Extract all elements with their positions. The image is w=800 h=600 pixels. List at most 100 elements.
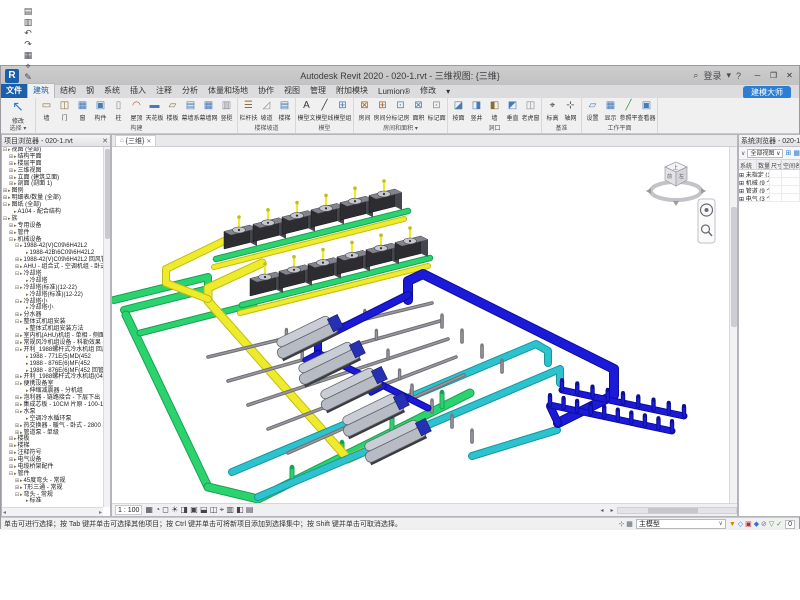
tree-item[interactable]: ⊟▸机械设备	[2, 237, 103, 244]
ribbon-button-1-10[interactable]: ▥竖梃	[218, 99, 235, 122]
tree-item[interactable]: ▸1988 - 771E(5)MD(452	[2, 354, 103, 361]
tree-item[interactable]: ⊞▸结构平面	[2, 154, 103, 161]
ribbon-button-1-3[interactable]: ▣构件	[92, 99, 109, 122]
ribbon-tab-0[interactable]: 文件	[1, 84, 27, 98]
project-browser-scrollbar[interactable]	[103, 147, 110, 507]
ribbon-button-4-0[interactable]: ⊠房间	[356, 99, 373, 122]
ribbon-button-2-1[interactable]: ◿坡道	[258, 99, 275, 122]
ribbon-button-2-0[interactable]: ☰栏杆扶手	[240, 99, 257, 122]
tree-item[interactable]: ⊞▸AHU - 组合式 - 空调机组 - 卧式 - 轴流 - 2000 - 10	[2, 264, 103, 271]
ribbon-tab-11[interactable]: 管理	[305, 84, 331, 98]
ribbon-button-4-1[interactable]: ⊞房间分隔	[374, 99, 391, 122]
tree-item[interactable]: ⊟▸族	[2, 216, 103, 223]
tree-item[interactable]: ⊟▸视图 (全部)	[2, 147, 103, 154]
ribbon-tab-13[interactable]: Lumion®	[373, 86, 415, 98]
restore-button[interactable]: ❐	[766, 69, 781, 83]
ribbon-button-7-0[interactable]: ▱设置	[584, 99, 601, 122]
ribbon-tab-4[interactable]: 系统	[99, 84, 125, 98]
view-control-icons[interactable]: ▦ ◔ ◻ ☀ ◨ ▣ ⬓ ◫ ⌖ ▥ ◧ ▤	[145, 505, 253, 515]
ribbon-button-5-0[interactable]: ◪按面	[450, 99, 467, 122]
ribbon-tab-12[interactable]: 附加模块	[331, 84, 373, 98]
tree-item[interactable]: ⊞▸集成芯板 - 10CM 片原 - 100-175-CN	[2, 402, 103, 409]
ribbon-tab-10[interactable]: 视图	[279, 84, 305, 98]
scroll-right-icon[interactable]: ▸	[607, 507, 617, 514]
tree-item[interactable]: ▸冷却塔	[2, 278, 103, 285]
columns-icon[interactable]: ▦	[793, 149, 800, 157]
ribbon-tab-9[interactable]: 协作	[253, 84, 279, 98]
sb-row[interactable]: ⊞ 电气 (3 个系统)	[739, 194, 800, 202]
tree-item[interactable]: ⊞▸常规风冷机组设备 - 科勒效果 - 远程模式	[2, 340, 103, 347]
close-icon[interactable]: ✕	[102, 137, 108, 145]
close-button[interactable]: ✕	[782, 69, 797, 83]
ribbon-tab-5[interactable]: 插入	[125, 84, 151, 98]
ribbon-button-7-3[interactable]: ▣查看器	[638, 99, 655, 122]
ribbon-tab-6[interactable]: 注释	[151, 84, 177, 98]
ribbon-tab-14[interactable]: 修改	[415, 84, 441, 98]
scroll-left-icon[interactable]: ◂	[597, 507, 607, 514]
tree-item[interactable]: ⊞▸专用设备	[2, 223, 103, 230]
ribbon-tab-7[interactable]: 分析	[177, 84, 203, 98]
ribbon-button-6-0[interactable]: ⌖标高	[544, 99, 561, 122]
signin-label[interactable]: 登录	[703, 69, 721, 82]
ribbon-button-0-0[interactable]: ↖修改	[3, 99, 33, 125]
ribbon-button-2-2[interactable]: ▤楼梯	[276, 99, 293, 122]
sb-row[interactable]: ⊞ 管道 (9 个系统)	[739, 186, 800, 194]
ribbon-button-5-2[interactable]: ◧墙	[486, 99, 503, 122]
sb-column-0[interactable]: 系统	[739, 160, 757, 169]
tree-item[interactable]: ⊟▸冷却塔	[2, 271, 103, 278]
sb-row[interactable]: ⊞ 机械 (9 个系统)	[739, 178, 800, 186]
tree-item[interactable]: ⊞▸电缆桥架配件	[2, 464, 103, 471]
ribbon-button-4-3[interactable]: ⊠面积	[410, 99, 427, 122]
workset-icons[interactable]: ⊹ ▦	[618, 520, 632, 528]
tree-item[interactable]: ▸冷却塔小	[2, 305, 103, 312]
tree-item[interactable]: ⊟▸1988-42(V)C09\6H42L2	[2, 243, 103, 250]
search-icon[interactable]: ⌕	[693, 70, 698, 81]
tree-item[interactable]: ⊞▸热交换器 - 暖气 - 卧式 - 2800 - 14000 kW	[2, 423, 103, 430]
tree-item[interactable]: ⊞▸楼层平面	[2, 161, 103, 168]
tree-item[interactable]: ⊞▸电气设备	[2, 457, 103, 464]
model-3d-view[interactable]: 上前左	[112, 147, 731, 505]
sb-column-3[interactable]: 空间名称	[782, 160, 800, 169]
tree-item[interactable]: ⊟▸管件	[2, 471, 103, 478]
tree-item[interactable]: ⊞▸三维视图	[2, 168, 103, 175]
ribbon-button-1-0[interactable]: ▭墙	[38, 99, 55, 122]
ribbon-button-5-1[interactable]: ◨竖井	[468, 99, 485, 122]
signin-caret-icon[interactable]: ▾	[726, 70, 731, 81]
tree-item[interactable]: ⊟▸开利_1988螺杆式冷水机组 回风管	[2, 347, 103, 354]
ribbon-button-7-2[interactable]: ╱参照平面	[620, 99, 637, 122]
tree-item[interactable]: ⊞▸管件	[2, 230, 103, 237]
ribbon-button-3-0[interactable]: A模型文字	[298, 99, 315, 122]
ribbon-button-1-7[interactable]: ▱楼板	[164, 99, 181, 122]
ribbon-button-7-1[interactable]: ▦显示	[602, 99, 619, 122]
ribbon-button-1-9[interactable]: ▦幕墙网格	[200, 99, 217, 122]
close-icon[interactable]: ✕	[146, 138, 151, 145]
tree-item[interactable]: ▸冷却塔(标准)(12-22)	[2, 292, 103, 299]
ribbon-button-1-2[interactable]: ▦窗	[74, 99, 91, 122]
ribbon-tab-8[interactable]: 体量和场地	[203, 84, 253, 98]
project-browser-hscrollbar[interactable]: ◂▸	[2, 507, 103, 516]
tree-item[interactable]: ⊞▸室内机(AHU)机组 - 单相 - 侧面进水接口带毛细	[2, 333, 103, 340]
tree-item[interactable]: ⊟▸冷却塔(标准)(12-22)	[2, 285, 103, 292]
sb-column-2[interactable]: 尺寸	[770, 160, 782, 169]
ribbon-button-1-6[interactable]: ▬天花板	[146, 99, 163, 122]
tree-item[interactable]: ⊟▸水泵	[2, 409, 103, 416]
scale-button[interactable]: 1 : 100	[115, 505, 142, 515]
project-browser-header[interactable]: 项目浏览器 - 020-1.rvt ✕	[2, 135, 110, 147]
canvas-hscrollbar[interactable]: ◂ ▸	[597, 504, 737, 516]
ribbon-button-1-1[interactable]: ◫门	[56, 99, 73, 122]
tree-item[interactable]: ▸A104 - 配合结构	[2, 209, 103, 216]
system-browser-header[interactable]: 系统浏览器 - 020-1.rvt ✕	[739, 135, 800, 147]
view-filter-dropdown[interactable]: 全部视图 ∨	[747, 149, 783, 158]
view-tab-3d[interactable]: ⌂ {三维} ✕	[115, 135, 156, 146]
ribbon-button-1-8[interactable]: ▤幕墙系统	[182, 99, 199, 122]
ribbon-button-5-4[interactable]: ◫老虎窗	[522, 99, 539, 122]
ribbon-tab-15[interactable]: ▾	[441, 86, 455, 98]
sb-row[interactable]: ⊞ 未指定 (18 项)	[739, 170, 800, 178]
ribbon-button-1-4[interactable]: ▯柱	[110, 99, 127, 122]
tree-item[interactable]: ⊞▸泡利器 - 链路接合 - 下层下出	[2, 395, 103, 402]
tree-item[interactable]: ▸空调冷水循环泵	[2, 416, 103, 423]
ribbon-button-3-1[interactable]: ╱模型线	[316, 99, 333, 122]
ribbon-button-6-1[interactable]: ⊹轴网	[562, 99, 579, 122]
sb-column-1[interactable]: 数量	[757, 160, 770, 169]
ribbon-tab-3[interactable]: 钢	[81, 84, 99, 98]
